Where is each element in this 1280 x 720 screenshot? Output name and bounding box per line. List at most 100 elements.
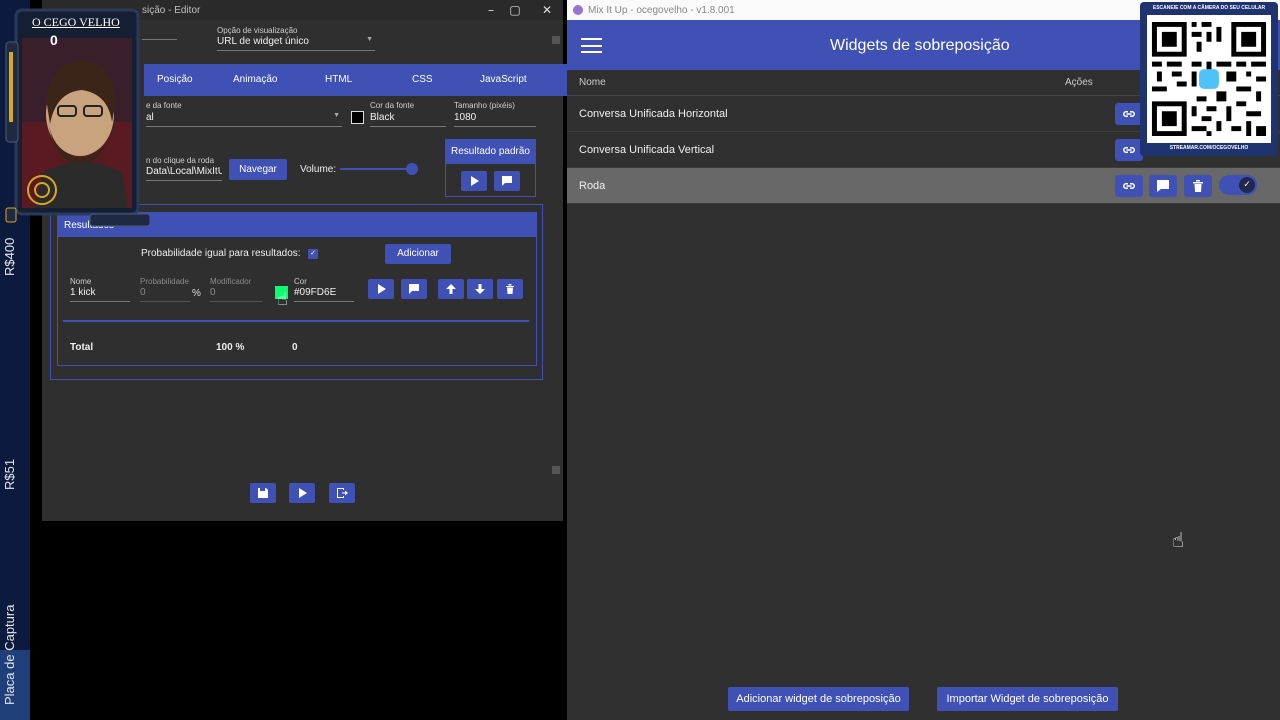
link-icon <box>1123 147 1135 153</box>
browse-button[interactable]: Navegar <box>229 159 287 180</box>
sound-path-input[interactable]: Data\Local\MixItU <box>146 166 222 181</box>
link-icon <box>1123 183 1135 189</box>
editor-tabs: Posição Animação HTML CSS JavaScript <box>144 64 585 96</box>
strip-label-r51: R$51 <box>2 458 17 490</box>
page-title: Widgets de sobreposição <box>830 37 1010 54</box>
move-up-button[interactable] <box>438 279 464 299</box>
play-icon <box>378 284 386 294</box>
qr-code <box>1147 15 1271 143</box>
font-size-input[interactable]: 1080 <box>454 112 536 127</box>
copy-link-button[interactable] <box>1115 103 1143 125</box>
save-icon <box>258 488 268 498</box>
editor-title: sição - Editor <box>142 5 201 16</box>
column-header-name: Nome <box>579 77 606 88</box>
view-option-select[interactable]: URL de widget único ▼ <box>217 36 375 51</box>
view-option-value: URL de widget único <box>217 36 309 47</box>
chat-result-button[interactable] <box>401 279 427 299</box>
volume-label: Volume: <box>300 164 337 175</box>
move-down-button[interactable] <box>467 279 493 299</box>
arrow-up-icon <box>446 284 456 294</box>
trash-icon <box>506 284 514 294</box>
link-icon <box>1123 111 1135 117</box>
tab-animacao[interactable]: Animação <box>233 74 277 85</box>
delete-widget-button[interactable] <box>1184 175 1212 197</box>
widget-enabled-toggle[interactable]: ✓ <box>1219 175 1257 195</box>
tab-html[interactable]: HTML <box>325 74 352 85</box>
result-mod-input[interactable]: 0 <box>210 287 262 302</box>
add-result-button[interactable]: Adicionar <box>385 244 451 264</box>
strip-label-capture: Placa de Captura <box>2 604 17 706</box>
widget-row-selected[interactable]: Roda ✓ <box>567 168 1280 204</box>
edit-widget-button[interactable] <box>1149 175 1177 197</box>
total-percent: 100 % <box>216 342 245 353</box>
hand-cursor-icon: ☝ <box>1172 528 1185 552</box>
scrollbar-top[interactable] <box>552 36 560 44</box>
result-color-label: Cor <box>294 277 307 286</box>
mixitup-window-title: Mix It Up - ocegovelho - v1.8.001 <box>588 5 735 16</box>
font-color-input[interactable]: Black <box>370 112 446 127</box>
qr-pattern-icon <box>1147 17 1271 141</box>
play-icon <box>299 488 307 498</box>
column-header-actions: Ações <box>1065 77 1093 88</box>
total-modifier: 0 <box>292 342 298 353</box>
hand-cursor-icon: ☝ <box>277 289 288 310</box>
import-widget-button[interactable]: Importar Widget de sobreposição <box>937 687 1118 711</box>
chat-icon <box>409 284 419 294</box>
play-icon <box>471 176 479 186</box>
export-button[interactable] <box>329 483 355 503</box>
menu-icon[interactable] <box>581 38 602 53</box>
result-name-input[interactable]: 1 kick <box>70 287 130 302</box>
save-button[interactable] <box>250 483 276 503</box>
avatar-illustration-icon <box>5 8 151 227</box>
equal-prob-label: Probabilidade igual para resultados: <box>141 248 301 259</box>
qr-overlay-card: ESCANEIE COM A CÂMERA DO SEU CELULAR STR… <box>1140 2 1278 156</box>
test-button[interactable] <box>289 483 315 503</box>
chevron-down-icon: ▼ <box>333 112 340 119</box>
view-option-label: Opção de visualização <box>217 26 298 35</box>
chevron-down-icon: ▼ <box>366 36 373 43</box>
check-icon: ✓ <box>1239 177 1255 193</box>
widget-name: Conversa Unificada Horizontal <box>579 108 728 120</box>
add-widget-button[interactable]: Adicionar widget de sobreposição <box>728 687 909 711</box>
result-name-label: Nome <box>70 277 92 286</box>
widget-name: Conversa Unificada Vertical <box>579 144 715 156</box>
font-color-swatch[interactable] <box>351 111 364 124</box>
close-icon[interactable]: ✕ <box>536 2 558 18</box>
widget-name: Roda <box>579 180 606 192</box>
play-result-button[interactable] <box>368 279 394 299</box>
tab-css[interactable]: CSS <box>412 74 433 85</box>
scrollbar-bottom[interactable] <box>552 466 560 474</box>
qr-top-text: ESCANEIE COM A CÂMERA DO SEU CELULAR <box>1152 5 1266 11</box>
font-family-select[interactable]: al ▼ <box>146 112 342 127</box>
copy-link-button[interactable] <box>1115 175 1143 197</box>
trash-icon <box>1193 180 1203 192</box>
streamer-avatar-card: O CEGO VELHO 0 <box>4 2 151 228</box>
font-family-label: e da fonte <box>146 101 182 110</box>
delete-result-button[interactable] <box>497 279 523 299</box>
mixitup-logo-icon <box>573 5 583 15</box>
qr-bottom-text: STREAMAR.COM/OCEGOVELHO <box>1169 145 1249 151</box>
results-progress-bar <box>63 320 529 322</box>
maximize-icon[interactable]: ▢ <box>504 2 526 18</box>
tab-javascript[interactable]: JavaScript <box>480 74 527 85</box>
font-color-label: Cor da fonte <box>370 101 415 110</box>
export-icon <box>337 488 348 498</box>
result-color-input[interactable]: #09FD6E <box>294 287 354 302</box>
sound-label: n do clique da roda <box>146 156 215 165</box>
result-mod-label: Modificador <box>210 277 252 286</box>
play-default-button[interactable] <box>461 171 487 191</box>
minimize-icon[interactable]: – <box>480 2 502 18</box>
copy-link-button[interactable] <box>1115 139 1143 161</box>
default-result-box: Resultado padrão <box>445 139 536 197</box>
edit-icon <box>1157 180 1169 192</box>
result-prob-input[interactable]: 0 <box>140 287 190 302</box>
volume-slider-thumb[interactable] <box>406 163 418 175</box>
default-result-title: Resultado padrão <box>446 140 535 164</box>
equal-prob-checkbox[interactable]: ✓ <box>308 249 318 259</box>
strip-label-r400: R$400 <box>2 237 17 277</box>
avatar-name: O CEGO VELHO <box>32 15 120 29</box>
tab-posicao[interactable]: Posição <box>157 74 193 85</box>
chat-default-button[interactable] <box>494 171 520 191</box>
result-prob-label: Probabilidade <box>140 277 189 286</box>
chat-icon <box>502 176 512 186</box>
